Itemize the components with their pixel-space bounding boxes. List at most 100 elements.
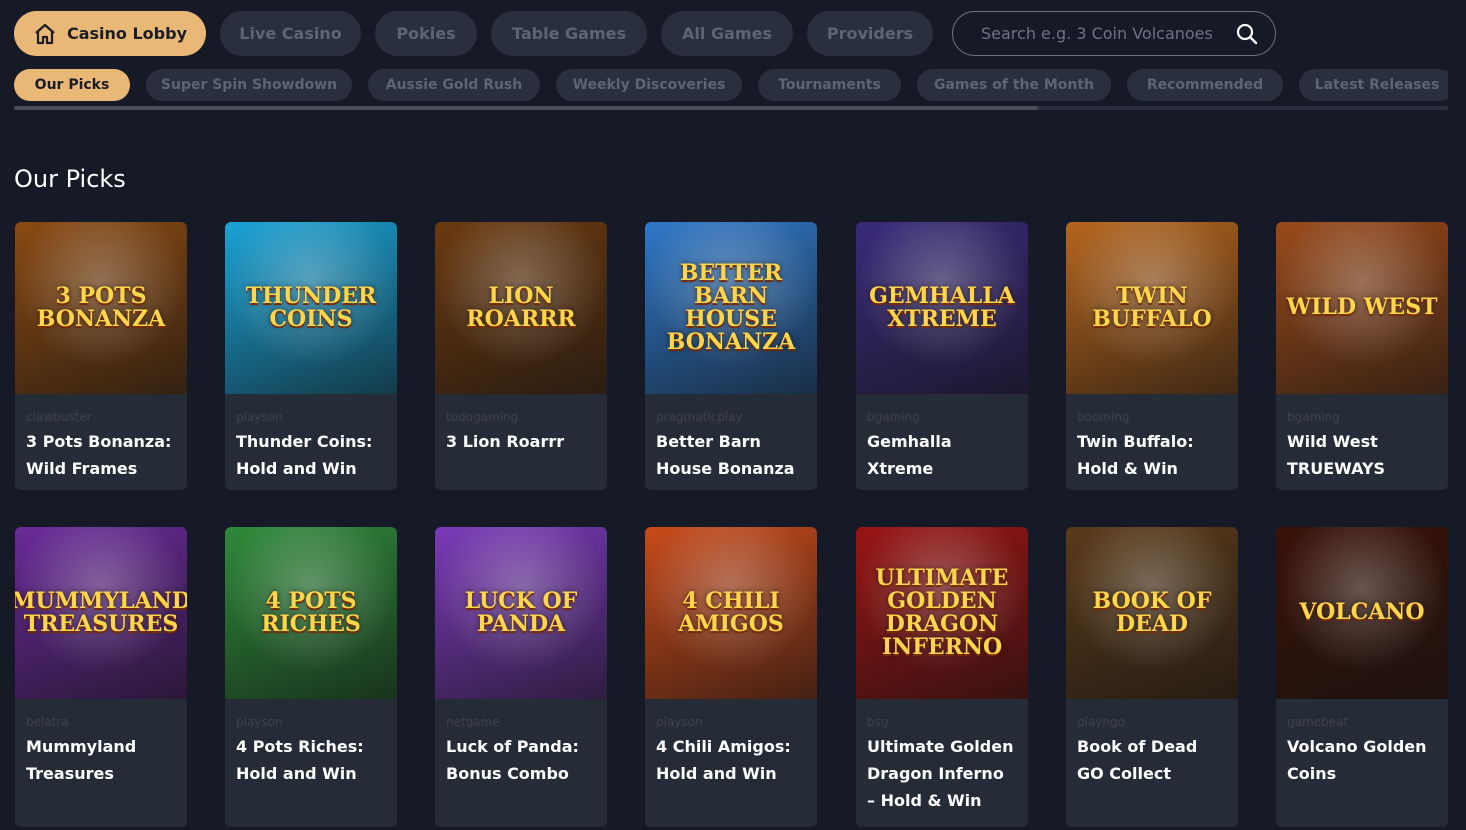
game-logo-text: Volcano bbox=[1299, 599, 1425, 626]
subnav-weekly-discoveries[interactable]: Weekly Discoveries bbox=[556, 69, 742, 101]
game-logo-text: Mummyland Treasures bbox=[15, 587, 187, 637]
game-title: 4 Pots Riches: Hold and Win bbox=[236, 737, 364, 783]
tab-live-casino[interactable]: Live Casino bbox=[220, 11, 361, 56]
tab-table-games[interactable]: Table Games bbox=[491, 11, 647, 56]
scrollbar-thumb[interactable] bbox=[14, 106, 1038, 110]
game-info: playngo Book of Dead GO Collect bbox=[1066, 699, 1238, 797]
game-thumbnail[interactable]: Lion Roarrr bbox=[435, 222, 607, 394]
game-info: pragmaticplay Better Barn House Bonanza bbox=[645, 394, 817, 490]
search-placeholder: Search e.g. 3 Coin Volcanoes bbox=[981, 24, 1213, 43]
game-thumbnail[interactable]: Mummyland Treasures bbox=[15, 527, 187, 699]
top-navigation: Casino Lobby Live Casino Pokies Table Ga… bbox=[14, 11, 1276, 56]
game-title: Ultimate Golden Dragon Inferno – Hold & … bbox=[867, 737, 1014, 810]
game-info: playson 4 Chili Amigos: Hold and Win bbox=[645, 699, 817, 797]
game-thumbnail[interactable]: Wild West bbox=[1276, 222, 1448, 394]
game-card[interactable]: 3 Pots Bonanza clawbuster 3 Pots Bonanza: … bbox=[15, 222, 187, 490]
subnav-games-of-the-month[interactable]: Games of the Month bbox=[917, 69, 1111, 101]
tab-label: Providers bbox=[826, 24, 914, 43]
game-title: Thunder Coins: Hold and Win bbox=[236, 432, 373, 478]
game-title: Wild West TRUEWAYS bbox=[1287, 432, 1386, 478]
game-logo-text: 4 Chili Amigos bbox=[678, 587, 784, 637]
game-thumbnail[interactable]: 4 Chili Amigos bbox=[645, 527, 817, 699]
game-card[interactable]: Luck of Panda netgame Luck of Panda: Bonus… bbox=[435, 527, 607, 827]
game-logo-text: 4 Pots Riches bbox=[261, 587, 361, 637]
game-logo-text: Twin Buffalo bbox=[1092, 282, 1212, 332]
tab-all-games[interactable]: All Games bbox=[661, 11, 793, 56]
subnav-recommended[interactable]: Recommended bbox=[1127, 69, 1283, 101]
game-info: playson Thunder Coins: Hold and Win bbox=[225, 394, 397, 490]
game-info: playson 4 Pots Riches: Hold and Win bbox=[225, 699, 397, 797]
game-title: Twin Buffalo: Hold & Win bbox=[1077, 432, 1194, 478]
tab-label: Pokies bbox=[396, 24, 456, 43]
game-thumbnail[interactable]: Ultimate Golden Dragon Inferno bbox=[856, 527, 1028, 699]
game-card[interactable]: Better Barn House Bonanza pragmaticplay Be… bbox=[645, 222, 817, 490]
tab-label: Table Games bbox=[512, 24, 626, 43]
game-card[interactable]: Mummyland Treasures belatra Mummyland Trea… bbox=[15, 527, 187, 827]
subnav-label: Super Spin Showdown bbox=[160, 77, 338, 93]
game-card[interactable]: Volcano gamebeat Volcano Golden Coins bbox=[1276, 527, 1448, 827]
game-card[interactable]: Book of Dead playngo Book of Dead GO Colle… bbox=[1066, 527, 1238, 827]
game-card[interactable]: Thunder Coins playson Thunder Coins: Hold … bbox=[225, 222, 397, 490]
game-info: todogaming 3 Lion Roarrr bbox=[435, 394, 607, 465]
subnav-scrollbar[interactable] bbox=[14, 106, 1448, 110]
game-title: Volcano Golden Coins bbox=[1287, 737, 1427, 783]
game-provider: bgaming bbox=[867, 410, 920, 424]
game-provider: playson bbox=[236, 715, 283, 729]
game-provider: bsg bbox=[867, 715, 889, 729]
subnav-label: Recommended bbox=[1146, 77, 1264, 93]
tab-providers[interactable]: Providers bbox=[807, 11, 933, 56]
game-title: Mummyland Treasures bbox=[26, 737, 137, 783]
subnav-label: Games of the Month bbox=[933, 77, 1094, 93]
game-thumbnail[interactable]: Luck of Panda bbox=[435, 527, 607, 699]
game-logo-text: Wild West bbox=[1286, 294, 1438, 321]
tab-casino-lobby[interactable]: Casino Lobby bbox=[14, 11, 206, 56]
game-card[interactable]: Lion Roarrr todogaming 3 Lion Roarrr bbox=[435, 222, 607, 490]
game-thumbnail[interactable]: Thunder Coins bbox=[225, 222, 397, 394]
game-title: 4 Chili Amigos: Hold and Win bbox=[656, 737, 791, 783]
game-title: Luck of Panda: Bonus Combo bbox=[446, 737, 579, 783]
game-provider: belatra bbox=[26, 715, 69, 729]
search-icon[interactable] bbox=[1235, 22, 1259, 46]
game-info: belatra Mummyland Treasures bbox=[15, 699, 187, 797]
game-card[interactable]: Ultimate Golden Dragon Inferno bsg Ultimat… bbox=[856, 527, 1028, 827]
game-card[interactable]: Twin Buffalo booming Twin Buffalo: Hold & … bbox=[1066, 222, 1238, 490]
subnav-super-spin-showdown[interactable]: Super Spin Showdown bbox=[146, 69, 352, 101]
game-title: Book of Dead GO Collect bbox=[1077, 737, 1198, 783]
game-info: clawbuster 3 Pots Bonanza: Wild Frames bbox=[15, 394, 187, 490]
game-thumbnail[interactable]: Book of Dead bbox=[1066, 527, 1238, 699]
subnav-aussie-gold-rush[interactable]: Aussie Gold Rush bbox=[368, 69, 540, 101]
subnav-latest-releases[interactable]: Latest Releases bbox=[1299, 69, 1448, 101]
tab-pokies[interactable]: Pokies bbox=[375, 11, 477, 56]
game-card[interactable]: Gemhalla Xtreme bgaming Gemhalla Xtreme bbox=[856, 222, 1028, 490]
subnav-tournaments[interactable]: Tournaments bbox=[758, 69, 901, 101]
game-card[interactable]: 4 Pots Riches playson 4 Pots Riches: Hold … bbox=[225, 527, 397, 827]
tab-label: Casino Lobby bbox=[66, 24, 188, 43]
game-thumbnail[interactable]: 4 Pots Riches bbox=[225, 527, 397, 699]
subnav-label: Latest Releases bbox=[1314, 77, 1440, 93]
game-logo-text: Better Barn House Bonanza bbox=[666, 259, 796, 356]
game-info: bsg Ultimate Golden Dragon Inferno – Hold… bbox=[856, 699, 1028, 824]
home-icon bbox=[35, 23, 55, 44]
game-thumbnail[interactable]: Twin Buffalo bbox=[1066, 222, 1238, 394]
game-card[interactable]: Wild West bgaming Wild West TRUEWAYS bbox=[1276, 222, 1448, 490]
game-logo-text: Gemhalla Xtreme bbox=[869, 282, 1015, 332]
search-input[interactable]: Search e.g. 3 Coin Volcanoes bbox=[952, 11, 1276, 56]
game-provider: netgame bbox=[446, 715, 500, 729]
game-card[interactable]: 4 Chili Amigos playson 4 Chili Amigos: Hol… bbox=[645, 527, 817, 827]
game-info: booming Twin Buffalo: Hold & Win bbox=[1066, 394, 1238, 490]
tab-label: All Games bbox=[682, 24, 772, 43]
game-info: gamebeat Volcano Golden Coins bbox=[1276, 699, 1448, 797]
game-thumbnail[interactable]: Better Barn House Bonanza bbox=[645, 222, 817, 394]
game-title: Better Barn House Bonanza bbox=[656, 432, 795, 478]
game-provider: booming bbox=[1077, 410, 1130, 424]
game-provider: playngo bbox=[1077, 715, 1125, 729]
game-logo-text: Thunder Coins bbox=[245, 282, 377, 332]
game-provider: bgaming bbox=[1287, 410, 1340, 424]
game-info: bgaming Gemhalla Xtreme bbox=[856, 394, 1028, 490]
game-thumbnail[interactable]: 3 Pots Bonanza bbox=[15, 222, 187, 394]
subnav-our-picks[interactable]: Our Picks bbox=[14, 69, 130, 101]
game-info: netgame Luck of Panda: Bonus Combo bbox=[435, 699, 607, 797]
game-thumbnail[interactable]: Gemhalla Xtreme bbox=[856, 222, 1028, 394]
game-provider: gamebeat bbox=[1287, 715, 1349, 729]
game-thumbnail[interactable]: Volcano bbox=[1276, 527, 1448, 699]
